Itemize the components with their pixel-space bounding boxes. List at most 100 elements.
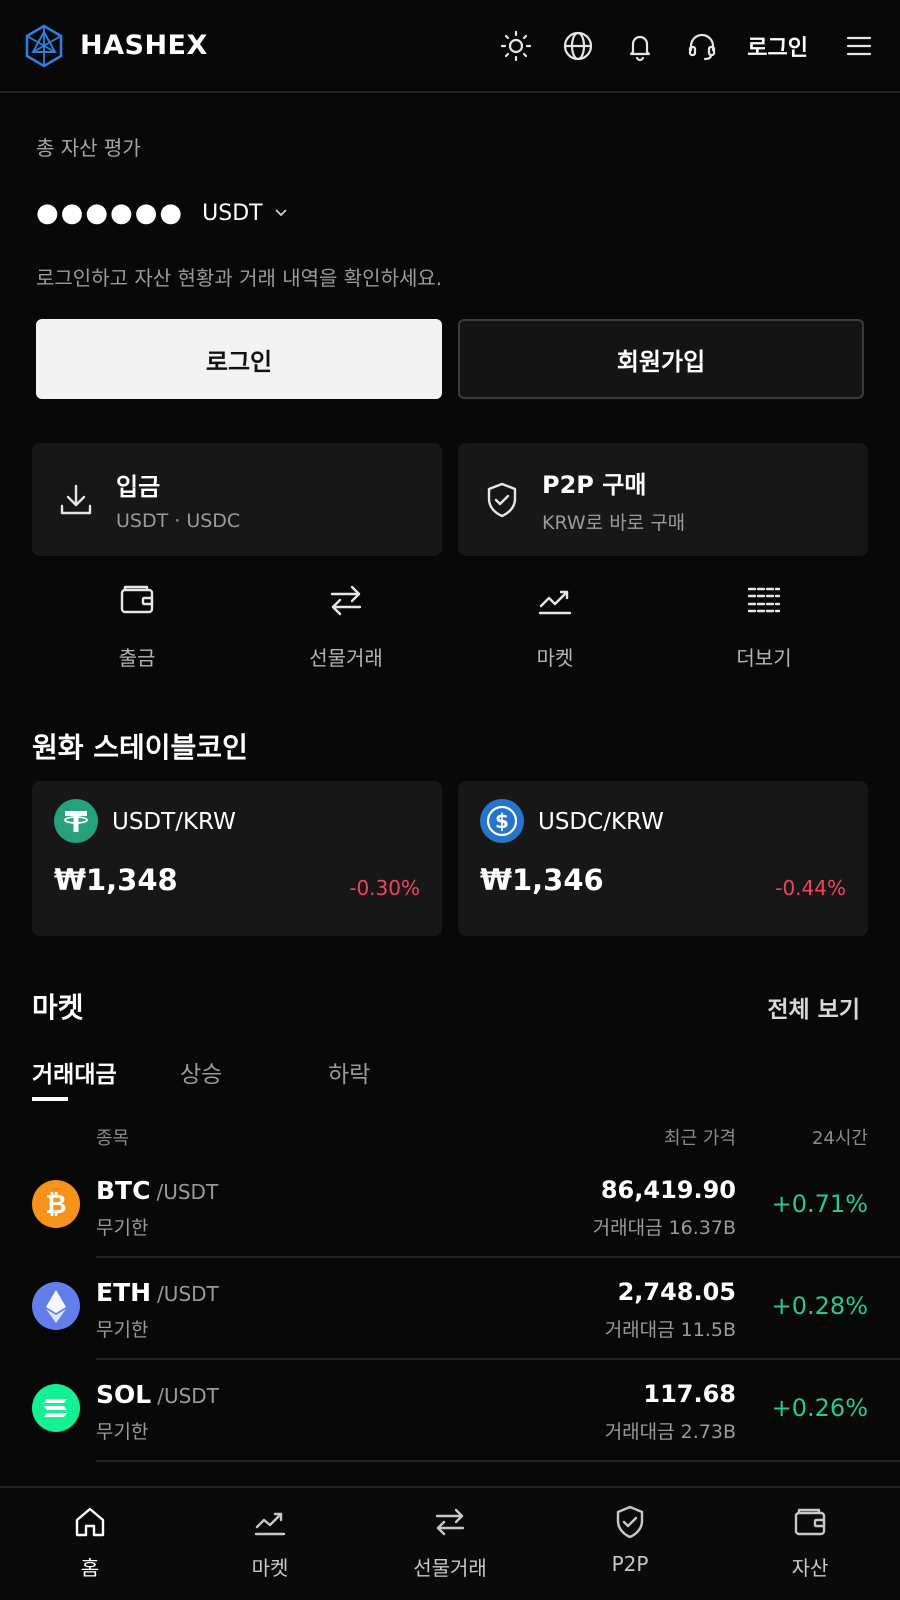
swap-arrows-icon xyxy=(330,585,362,616)
usdc-icon: $ xyxy=(480,799,524,843)
table-row[interactable]: ETH/USDT 무기한 2,748.05 거래대금 11.5B +0.28% xyxy=(0,1260,900,1360)
stablecoin-card-usdc[interactable]: $ USDC/KRW ₩1,346 -0.44% xyxy=(458,781,868,936)
last-price: 2,748.05 xyxy=(617,1278,736,1306)
bitcoin-icon: ₿ xyxy=(32,1180,80,1228)
last-price: 117.68 xyxy=(643,1380,736,1408)
theme-toggle-button[interactable] xyxy=(499,29,533,63)
stablecoin-section-title: 원화 스테이블코인 xyxy=(32,731,248,764)
nav-label: 자산 xyxy=(791,1556,829,1580)
row-divider xyxy=(96,1460,900,1462)
balance-display: ●●●●●● USDT xyxy=(36,198,289,228)
language-button[interactable] xyxy=(561,29,595,63)
shortcut-withdraw[interactable]: 출금 xyxy=(67,580,207,671)
solana-icon xyxy=(32,1384,80,1432)
tether-icon xyxy=(54,799,98,843)
contract-type: 무기한 xyxy=(96,1319,149,1341)
login-button[interactable]: 로그인 xyxy=(36,319,442,399)
shortcut-label: 출금 xyxy=(118,646,156,670)
p2p-buy-card[interactable]: P2P 구매 KRW로 바로 구매 xyxy=(458,443,868,556)
table-row[interactable]: SOL/USDT 무기한 117.68 거래대금 2.73B +0.26% xyxy=(0,1362,900,1462)
grid-more-icon xyxy=(747,587,781,613)
coin-symbol: SOL/USDT xyxy=(96,1380,219,1409)
login-hint: 로그인하고 자산 현황과 거래 내역을 확인하세요. xyxy=(36,266,443,290)
shortcut-label: 마켓 xyxy=(536,646,574,670)
last-price: 86,419.90 xyxy=(600,1176,736,1204)
shortcut-label: 더보기 xyxy=(736,646,792,670)
signup-button[interactable]: 회원가입 xyxy=(458,319,864,399)
support-button[interactable] xyxy=(685,29,719,63)
change-24h: +0.71% xyxy=(771,1190,868,1218)
pair-price: ₩1,348 xyxy=(54,863,178,897)
deposit-subtitle: USDT · USDC xyxy=(116,510,241,532)
brand-logo[interactable]: HASHEX xyxy=(24,24,208,68)
shortcut-futures[interactable]: 선물거래 xyxy=(276,580,416,671)
total-assets-label: 총 자산 평가 xyxy=(36,136,141,160)
globe-icon xyxy=(564,31,593,60)
trade-volume: 거래대금 11.5B xyxy=(604,1319,736,1341)
column-symbol: 종목 xyxy=(96,1128,130,1149)
chevron-down-icon[interactable] xyxy=(273,205,289,221)
svg-text:₿: ₿ xyxy=(45,1190,66,1220)
p2p-title: P2P 구매 xyxy=(542,470,647,499)
shortcut-more[interactable]: 더보기 xyxy=(694,580,834,671)
pair-change: -0.30% xyxy=(349,876,420,900)
top-header: HASHEX 로그인 xyxy=(0,0,900,93)
active-tab-indicator xyxy=(32,1097,68,1101)
home-icon xyxy=(75,1507,105,1537)
quote-currency: /USDT xyxy=(156,1180,219,1204)
ethereum-icon xyxy=(32,1282,80,1330)
wallet-icon xyxy=(794,1508,826,1536)
trade-volume: 거래대금 16.37B xyxy=(592,1217,736,1239)
row-divider xyxy=(96,1358,900,1360)
hashex-logo-icon xyxy=(25,24,63,67)
change-24h: +0.28% xyxy=(771,1292,868,1320)
deposit-card[interactable]: 입금 USDT · USDC xyxy=(32,443,442,556)
shield-check-icon xyxy=(616,1505,644,1539)
stablecoin-card-usdt[interactable]: USDT/KRW ₩1,348 -0.30% xyxy=(32,781,442,936)
column-price: 최근 가격 xyxy=(664,1128,736,1149)
bottom-navigation: 홈 마켓 선물거래 P2P 자산 xyxy=(0,1486,900,1600)
swap-arrows-icon xyxy=(435,1508,465,1536)
coin-symbol: BTC/USDT xyxy=(96,1176,218,1205)
trade-volume: 거래대금 2.73B xyxy=(604,1421,736,1443)
symbol-text: SOL xyxy=(96,1380,152,1409)
shortcut-label: 선물거래 xyxy=(309,646,383,670)
bell-icon xyxy=(630,35,651,61)
tab-volume[interactable]: 거래대금 xyxy=(32,1055,117,1089)
deposit-title: 입금 xyxy=(116,473,161,501)
download-icon xyxy=(60,484,92,514)
nav-p2p[interactable]: P2P xyxy=(570,1504,690,1576)
currency-selector[interactable]: USDT xyxy=(202,201,262,226)
nav-futures[interactable]: 선물거래 xyxy=(390,1504,510,1581)
nav-market[interactable]: 마켓 xyxy=(210,1504,330,1581)
sun-icon xyxy=(501,30,532,61)
shortcut-market[interactable]: 마켓 xyxy=(485,580,625,671)
brand-name: HASHEX xyxy=(80,30,208,61)
nav-assets[interactable]: 자산 xyxy=(750,1504,870,1581)
chart-line-icon xyxy=(254,1512,286,1536)
row-divider xyxy=(96,1256,900,1258)
pair-change: -0.44% xyxy=(775,876,846,900)
tab-gainers[interactable]: 상승 xyxy=(180,1055,222,1089)
tab-losers[interactable]: 하락 xyxy=(328,1055,370,1089)
table-row[interactable]: ₿ BTC/USDT 무기한 86,419.90 거래대금 16.37B +0.… xyxy=(0,1158,900,1258)
nav-label: 선물거래 xyxy=(413,1556,487,1580)
symbol-text: ETH xyxy=(96,1278,152,1307)
header-login-link[interactable]: 로그인 xyxy=(747,30,808,62)
pair-name: USDC/KRW xyxy=(538,809,664,835)
contract-type: 무기한 xyxy=(96,1217,149,1239)
symbol-text: BTC xyxy=(96,1176,151,1205)
chart-line-icon xyxy=(538,590,572,615)
view-all-link[interactable]: 전체 보기 xyxy=(767,990,860,1024)
nav-label: P2P xyxy=(611,1552,649,1576)
menu-icon xyxy=(846,36,872,55)
notifications-button[interactable] xyxy=(623,29,657,63)
nav-home[interactable]: 홈 xyxy=(30,1504,150,1581)
pair-price: ₩1,346 xyxy=(480,863,604,897)
wallet-icon xyxy=(120,585,154,614)
pair-name: USDT/KRW xyxy=(112,809,236,835)
menu-button[interactable] xyxy=(842,29,876,63)
shield-check-icon xyxy=(487,482,517,517)
change-24h: +0.26% xyxy=(771,1394,868,1422)
market-section-title: 마켓 xyxy=(32,991,84,1024)
